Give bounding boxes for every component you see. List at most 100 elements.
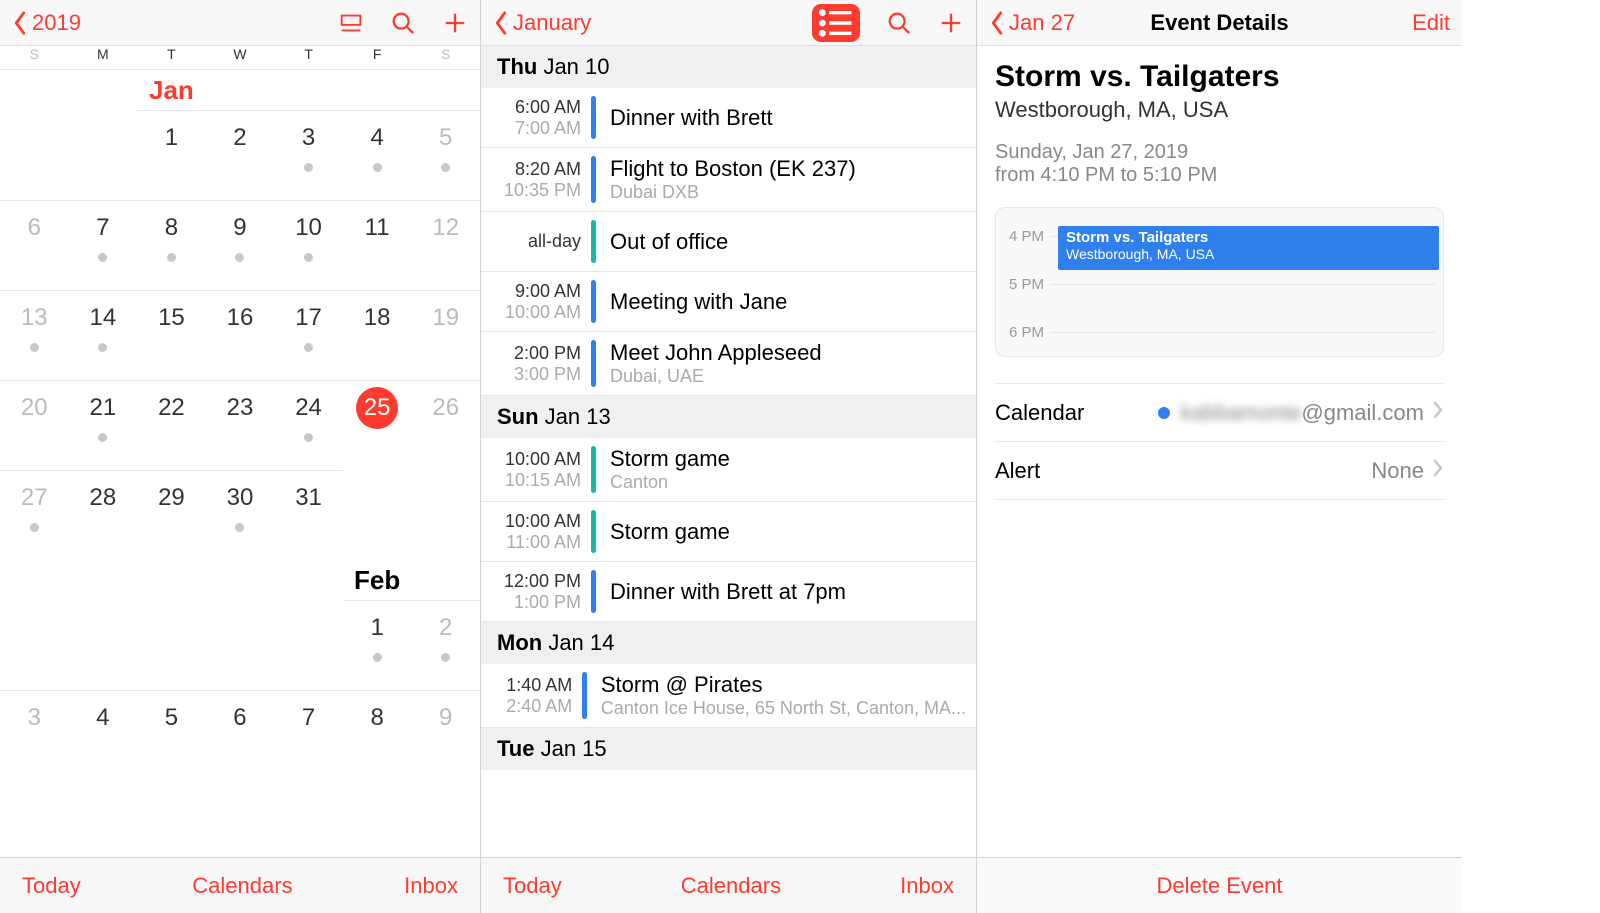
add-icon[interactable] (442, 10, 468, 36)
search-icon[interactable] (886, 10, 912, 36)
inbox-button[interactable]: Inbox (404, 873, 458, 899)
day-cell[interactable]: 11 (343, 200, 412, 290)
day-cell[interactable]: 18 (343, 290, 412, 380)
day-cell[interactable]: 10 (274, 200, 343, 290)
day-number: 5 (425, 117, 467, 159)
event-row[interactable]: 1:40 AM2:40 AMStorm @ PiratesCanton Ice … (481, 664, 976, 728)
day-cell (0, 600, 69, 690)
day-cell[interactable]: 23 (206, 380, 275, 470)
day-cell[interactable]: 25 (343, 380, 412, 470)
day-cell[interactable]: 5 (137, 690, 206, 780)
agenda-scroll[interactable]: Thu Jan 106:00 AM7:00 AMDinner with Bret… (481, 46, 976, 857)
calendars-button[interactable]: Calendars (681, 873, 781, 899)
day-cell[interactable]: 27 (0, 470, 69, 560)
day-cell[interactable]: 13 (0, 290, 69, 380)
timeline-event-block[interactable]: Storm vs. Tailgaters Westborough, MA, US… (1058, 226, 1439, 270)
calendar-color-dot (1158, 407, 1170, 419)
event-row[interactable]: all-dayOut of office (481, 212, 976, 272)
day-number: 17 (288, 297, 330, 339)
day-cell[interactable]: 28 (69, 470, 138, 560)
event-time: from 4:10 PM to 5:10 PM (995, 164, 1444, 187)
today-button[interactable]: Today (503, 873, 562, 899)
day-cell[interactable]: 4 (343, 110, 412, 200)
day-cell[interactable]: 20 (0, 380, 69, 470)
month-label: Feb (354, 559, 400, 602)
event-row[interactable]: 6:00 AM7:00 AMDinner with Brett (481, 88, 976, 148)
day-cell[interactable]: 2 (206, 110, 275, 200)
today-button[interactable]: Today (22, 873, 81, 899)
day-cell[interactable]: 24 (274, 380, 343, 470)
event-dot (98, 343, 107, 352)
day-cell[interactable]: 15 (137, 290, 206, 380)
calendar-row[interactable]: Calendar kabbamonte @gmail.com (995, 384, 1444, 442)
day-cell[interactable]: 8 (137, 200, 206, 290)
chevron-left-icon (493, 10, 509, 36)
day-number: 22 (150, 387, 192, 429)
timeline-preview[interactable]: 4 PM 5 PM 6 PM Storm vs. Tailgaters West… (995, 207, 1444, 357)
back-to-day[interactable]: Jan 27 (989, 10, 1075, 36)
event-dot (167, 253, 176, 262)
day-header: Sun Jan 13 (481, 396, 976, 438)
timeline-event-name: Storm vs. Tailgaters (1066, 229, 1431, 246)
agenda-navbar: January (481, 0, 976, 46)
day-cell[interactable]: 19 (411, 290, 480, 380)
event-row[interactable]: 9:00 AM10:00 AMMeeting with Jane (481, 272, 976, 332)
event-dot (98, 433, 107, 442)
day-cell[interactable]: 3 (0, 690, 69, 780)
event-row[interactable]: 10:00 AM10:15 AMStorm gameCanton (481, 438, 976, 502)
back-to-month[interactable]: January (493, 10, 591, 36)
day-cell[interactable]: 22 (137, 380, 206, 470)
day-cell[interactable]: 31 (274, 470, 343, 560)
day-cell[interactable]: 5 (411, 110, 480, 200)
event-color-bar (591, 280, 596, 323)
day-header: Mon Jan 14 (481, 622, 976, 664)
day-cell[interactable]: 16 (206, 290, 275, 380)
day-cell[interactable]: 9 (206, 200, 275, 290)
day-header-weekday: Tue (497, 736, 534, 761)
day-number: 1 (150, 117, 192, 159)
search-icon[interactable] (390, 10, 416, 36)
day-header: Thu Jan 10 (481, 46, 976, 88)
day-cell[interactable]: 30 (206, 470, 275, 560)
list-icon (812, 0, 860, 47)
day-cell[interactable]: 1 (343, 600, 412, 690)
event-color-bar (591, 446, 596, 493)
event-detail-content: Storm vs. Tailgaters Westborough, MA, US… (977, 46, 1462, 857)
day-cell[interactable]: 17 (274, 290, 343, 380)
day-number: 25 (356, 387, 398, 429)
day-cell[interactable]: 8 (343, 690, 412, 780)
day-cell[interactable]: 7 (69, 200, 138, 290)
day-cell[interactable]: 7 (274, 690, 343, 780)
day-header-weekday: Sun (497, 404, 539, 429)
event-row[interactable]: 2:00 PM3:00 PMMeet John AppleseedDubai, … (481, 332, 976, 396)
month-scroll[interactable]: Jan1234567891011121314151617181920212223… (0, 70, 480, 857)
day-cell[interactable]: 9 (411, 690, 480, 780)
day-cell[interactable]: 14 (69, 290, 138, 380)
day-cell[interactable]: 26 (411, 380, 480, 470)
day-number: 26 (425, 387, 467, 429)
day-cell[interactable]: 2 (411, 600, 480, 690)
add-icon[interactable] (938, 10, 964, 36)
view-toggle-icon[interactable] (338, 10, 364, 36)
event-dot (441, 653, 450, 662)
calendars-button[interactable]: Calendars (192, 873, 292, 899)
day-number: 28 (82, 477, 124, 519)
event-row[interactable]: 12:00 PM1:00 PMDinner with Brett at 7pm (481, 562, 976, 622)
day-cell[interactable]: 3 (274, 110, 343, 200)
day-cell[interactable]: 4 (69, 690, 138, 780)
delete-event-button[interactable]: Delete Event (1157, 873, 1283, 899)
event-row[interactable]: 10:00 AM11:00 AMStorm game (481, 502, 976, 562)
back-to-year[interactable]: 2019 (12, 10, 81, 36)
day-cell[interactable]: 21 (69, 380, 138, 470)
day-cell[interactable]: 6 (206, 690, 275, 780)
day-cell[interactable]: 1 (137, 110, 206, 200)
inbox-button[interactable]: Inbox (900, 873, 954, 899)
event-times: 12:00 PM1:00 PM (481, 570, 591, 613)
day-cell[interactable]: 29 (137, 470, 206, 560)
alert-row[interactable]: Alert None (995, 442, 1444, 500)
day-cell[interactable]: 6 (0, 200, 69, 290)
event-row[interactable]: 8:20 AM10:35 PMFlight to Boston (EK 237)… (481, 148, 976, 212)
day-cell[interactable]: 12 (411, 200, 480, 290)
list-view-button[interactable] (812, 4, 860, 42)
edit-button[interactable]: Edit (1412, 10, 1450, 36)
